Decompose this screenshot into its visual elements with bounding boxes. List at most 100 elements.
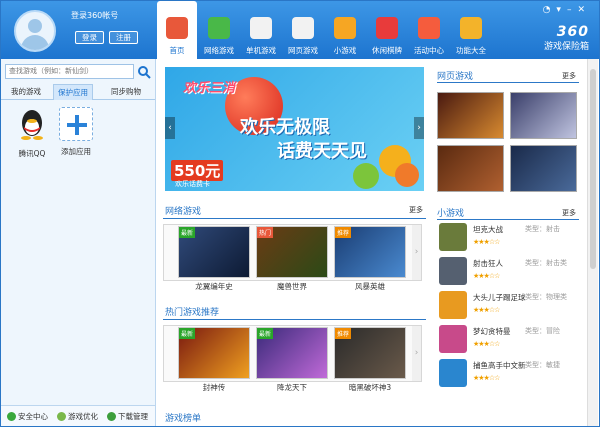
app-label: 添加应用 bbox=[61, 147, 91, 156]
login-button[interactable]: 登录 bbox=[75, 31, 104, 44]
tab-protected-apps[interactable]: 保护应用 bbox=[53, 84, 93, 100]
game-card[interactable]: 推荐 暗黑破坏神3 bbox=[334, 327, 406, 393]
left-footer: 安全中心 游戏优化 下载管理 bbox=[1, 405, 155, 426]
puzzle-icon bbox=[334, 17, 356, 39]
optimize-icon bbox=[57, 412, 66, 421]
card-name: 暗黑破坏神3 bbox=[348, 383, 392, 392]
card-tag: 最新 bbox=[257, 328, 274, 339]
network-games-more-link[interactable]: 更多 bbox=[409, 205, 423, 215]
banner-title: 欢乐三消 bbox=[183, 81, 236, 96]
banner-next-button[interactable]: › bbox=[414, 117, 424, 139]
minimize-icon[interactable]: – bbox=[567, 5, 578, 15]
menu-icon[interactable]: ▾ bbox=[556, 5, 567, 15]
web-game-tile[interactable] bbox=[437, 92, 504, 139]
nav-web-games[interactable]: 网页游戏 bbox=[283, 1, 323, 59]
web-games-more-link[interactable]: 更多 bbox=[562, 71, 576, 81]
section-divider bbox=[163, 319, 426, 320]
rating-stars: ★★★☆☆ bbox=[473, 374, 500, 382]
add-app-button[interactable]: 添加应用 bbox=[53, 107, 99, 157]
web-game-tile[interactable] bbox=[437, 145, 504, 192]
fruit-illustration bbox=[395, 163, 419, 187]
banner-prev-button[interactable]: ‹ bbox=[165, 117, 175, 139]
nav-network-games[interactable]: 网络游戏 bbox=[199, 1, 239, 59]
app-label: 腾讯QQ bbox=[18, 149, 46, 158]
app-qq[interactable]: 腾讯QQ bbox=[9, 107, 55, 159]
search-icon[interactable] bbox=[137, 65, 151, 79]
web-games-title: 网页游戏 bbox=[437, 72, 474, 82]
card-name: 魔兽世界 bbox=[277, 282, 307, 291]
card-tag: 最新 bbox=[179, 227, 196, 238]
rating-stars: ★★★☆☆ bbox=[473, 306, 500, 314]
card-tag: 热门 bbox=[257, 227, 274, 238]
skin-icon[interactable]: ◔ bbox=[543, 5, 557, 15]
small-games-more-link[interactable]: 更多 bbox=[562, 208, 576, 218]
left-tabs: 我的游戏 保护应用 同步购物 bbox=[1, 84, 155, 100]
shooter-game-icon bbox=[439, 257, 467, 285]
star-badge-icon bbox=[418, 17, 440, 39]
list-item[interactable]: 大头儿子踢足球 ★★★☆☆ 类型：物理类 bbox=[437, 290, 579, 320]
nav-mini-games[interactable]: 小游戏 bbox=[325, 1, 365, 59]
network-game-icon bbox=[208, 17, 230, 39]
banner-price: 550元 bbox=[171, 160, 224, 181]
card-name: 封神传 bbox=[202, 383, 226, 392]
rating-stars: ★★★☆☆ bbox=[473, 340, 500, 348]
network-games-strip: 最新 龙翼编年史 热门 魔兽世界 推荐 风暴英雄 › bbox=[163, 224, 422, 291]
tank-game-icon bbox=[439, 223, 467, 251]
section-divider bbox=[437, 82, 579, 83]
plus-icon bbox=[59, 107, 93, 141]
game-card[interactable]: 最新 封神传 bbox=[178, 327, 250, 393]
scrollbar-thumb[interactable] bbox=[590, 69, 596, 269]
game-card[interactable]: 推荐 风暴英雄 bbox=[334, 226, 406, 292]
hot-recommend-strip: 最新 封神传 最新 降龙天下 推荐 暗黑破坏神3 › bbox=[163, 325, 422, 392]
card-name: 降龙天下 bbox=[277, 383, 307, 392]
list-item[interactable]: 捕鱼高手中文新 ★★★☆☆ 类型：敏捷 bbox=[437, 358, 579, 388]
login-prompt[interactable]: 登录360帐号 bbox=[71, 10, 118, 21]
left-panel: 查找游戏（例如：新仙剑） 我的游戏 保护应用 同步购物 腾讯QQ 添加应用 安全… bbox=[1, 59, 156, 426]
main-scrollbar[interactable] bbox=[587, 59, 598, 426]
avatar[interactable] bbox=[14, 10, 56, 52]
brand-logo: 360 游戏保险箱 bbox=[543, 24, 589, 52]
list-item[interactable]: 梦幻贪特曼 ★★★☆☆ 类型：冒险 bbox=[437, 324, 579, 354]
network-games-title: 网络游戏 bbox=[165, 207, 202, 217]
tab-sync-shopping[interactable]: 同步购物 bbox=[111, 84, 141, 100]
fish-game-icon bbox=[439, 359, 467, 387]
game-card[interactable]: 最新 龙翼编年史 bbox=[178, 226, 250, 292]
window-controls: ◔▾–✕ bbox=[543, 5, 591, 15]
adventure-game-icon bbox=[439, 325, 467, 353]
nav-single-games[interactable]: 单机游戏 bbox=[241, 1, 281, 59]
strip-next-button[interactable]: › bbox=[412, 225, 421, 280]
gamepad-icon bbox=[250, 17, 272, 39]
banner-slogan-1: 欢乐无极限 bbox=[240, 117, 330, 138]
nav-activity-center[interactable]: 活动中心 bbox=[409, 1, 449, 59]
tab-my-games[interactable]: 我的游戏 bbox=[11, 84, 41, 100]
banner-slogan-2: 话费天天见 bbox=[277, 141, 367, 162]
football-game-icon bbox=[439, 291, 467, 319]
game-optimize-link[interactable]: 游戏优化 bbox=[57, 411, 98, 422]
grid-icon bbox=[460, 17, 482, 39]
register-button[interactable]: 注册 bbox=[109, 31, 138, 44]
web-game-icon bbox=[292, 17, 314, 39]
download-manager-link[interactable]: 下载管理 bbox=[107, 411, 148, 422]
game-card[interactable]: 热门 魔兽世界 bbox=[256, 226, 328, 292]
list-item[interactable]: 射击狂人 ★★★☆☆ 类型：射击类 bbox=[437, 256, 579, 286]
shield-icon bbox=[7, 412, 16, 421]
card-tag: 推荐 bbox=[335, 227, 352, 238]
rating-stars: ★★★☆☆ bbox=[473, 272, 500, 280]
search-input[interactable]: 查找游戏（例如：新仙剑） bbox=[5, 64, 134, 79]
app-window: 登录360帐号 登录 注册 首页 网络游戏 单机游戏 网页游戏 小游戏 休闲棋牌… bbox=[0, 0, 600, 427]
nav-casual-cards[interactable]: 休闲棋牌 bbox=[367, 1, 407, 59]
section-divider bbox=[163, 218, 426, 219]
card-name: 龙翼编年史 bbox=[195, 282, 233, 291]
list-item[interactable]: 坦克大战 ★★★☆☆ 类型：射击 bbox=[437, 222, 579, 252]
nav-home[interactable]: 首页 bbox=[157, 1, 197, 59]
game-card[interactable]: 最新 降龙天下 bbox=[256, 327, 328, 393]
nav-all-features[interactable]: 功能大全 bbox=[451, 1, 491, 59]
web-game-tile[interactable] bbox=[510, 145, 577, 192]
security-center-link[interactable]: 安全中心 bbox=[7, 411, 48, 422]
card-tag: 最新 bbox=[179, 328, 196, 339]
promo-banner[interactable]: 欢乐三消 欢乐无极限 话费天天见 550元 欢乐话费卡 ‹ › bbox=[165, 67, 424, 191]
close-icon[interactable]: ✕ bbox=[577, 5, 591, 15]
strip-next-button[interactable]: › bbox=[412, 326, 421, 381]
web-game-tile[interactable] bbox=[510, 92, 577, 139]
house-icon bbox=[166, 17, 188, 39]
